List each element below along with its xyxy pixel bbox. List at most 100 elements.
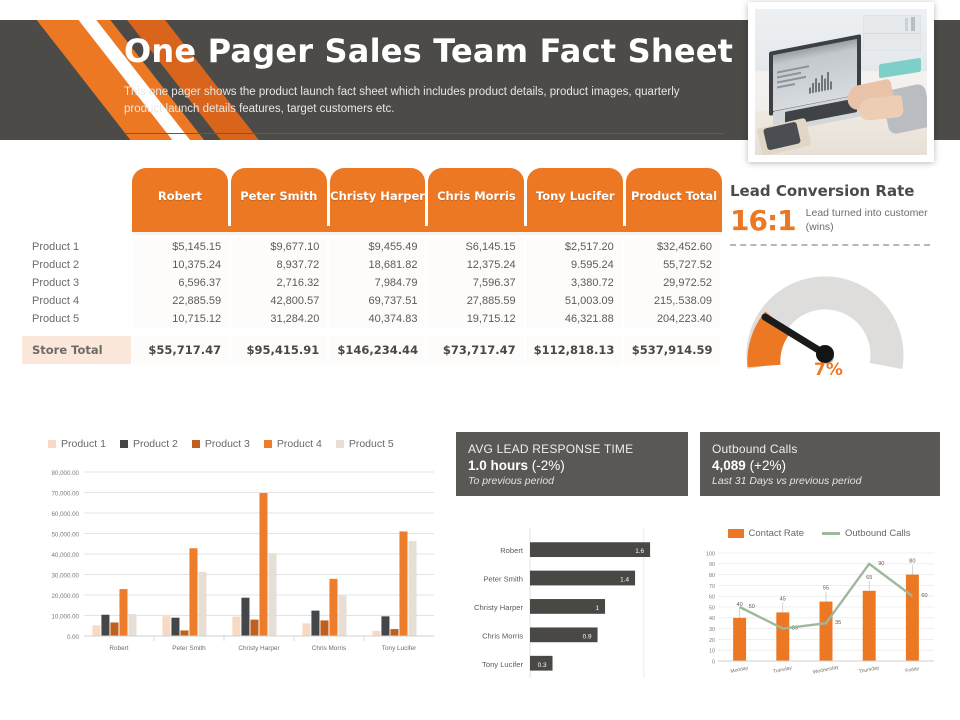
table-cell: 22,885.59 xyxy=(130,292,232,310)
page-subtitle: This one pager shows the product launch … xyxy=(124,86,680,115)
bar-chart-plot: 0.00 10,000.00 20,000.00 30,000.00 40,000.00… xyxy=(51,470,434,652)
combo-legend: Contact Rate Outbound Calls xyxy=(694,524,944,539)
table-cell: 18,681.82 xyxy=(327,256,428,274)
svg-text:Peter Smith: Peter Smith xyxy=(483,575,523,584)
legend-label: Product 5 xyxy=(348,438,394,450)
table-col-header[interactable]: Product Total xyxy=(626,168,722,226)
legend-item: Product 5 xyxy=(335,438,394,450)
table-cell: 9.595.24 xyxy=(523,256,624,274)
table-cell: 46,321.88 xyxy=(523,310,624,328)
svg-text:Chris Morris: Chris Morris xyxy=(312,645,346,652)
svg-text:45: 45 xyxy=(780,596,786,602)
svg-text:50,000.00: 50,000.00 xyxy=(51,532,79,539)
table-col-header[interactable]: Robert xyxy=(132,168,228,226)
legend-label: Product 4 xyxy=(276,438,322,450)
table-cell: 51,003.09 xyxy=(523,292,624,310)
svg-text:0.9: 0.9 xyxy=(583,633,592,640)
svg-text:Thursday: Thursday xyxy=(858,665,880,675)
page-title: One Pager Sales Team Fact Sheet xyxy=(124,32,734,70)
svg-text:70: 70 xyxy=(709,584,715,590)
svg-text:90: 90 xyxy=(709,562,715,568)
legend-label: Product 3 xyxy=(204,438,250,450)
table-cell: 42,800.57 xyxy=(229,292,330,310)
svg-text:60,000.00: 60,000.00 xyxy=(51,511,79,518)
table-cell: 29,972.52 xyxy=(621,274,723,292)
lead-conversion-ratio: 16:1 xyxy=(730,204,797,237)
table-cell: $9,455.49 xyxy=(327,238,428,256)
row-label: Product 5 xyxy=(32,313,80,325)
svg-text:Friday: Friday xyxy=(905,666,920,675)
total-cell: $73,717.47 xyxy=(425,336,526,364)
svg-text:0: 0 xyxy=(712,659,715,665)
header-photo xyxy=(755,9,927,155)
table-cell: S6,145.15 xyxy=(425,238,526,256)
svg-text:0.00: 0.00 xyxy=(67,634,80,641)
svg-text:65: 65 xyxy=(866,575,872,581)
table-row: Product 3 6,596.37 2,716.32 7,984.79 7,5… xyxy=(22,274,723,292)
kpi-card-avg-lead-response-time: AVG LEAD RESPONSE TIME 1.0 hours (-2%) T… xyxy=(456,432,688,496)
contact-rate-combo-chart: Contact Rate Outbound Calls 0 10 20 30 40 50 6… xyxy=(694,524,944,696)
table-row: Product 2 10,375.24 8,937.72 18,681.82 1… xyxy=(22,256,723,274)
svg-text:20: 20 xyxy=(709,638,715,644)
table-cell: $9,677.10 xyxy=(229,238,330,256)
table-cell: 215,.538.09 xyxy=(621,292,723,310)
lead-conversion-title: Lead Conversion Rate xyxy=(730,182,915,200)
table-col-header[interactable]: Chris Morris xyxy=(428,168,525,226)
svg-text:Robert: Robert xyxy=(500,546,524,555)
total-cell: $55,717.47 xyxy=(130,336,232,364)
table-cell: 40,374.83 xyxy=(327,310,428,328)
svg-text:100: 100 xyxy=(706,551,715,557)
table-cell: 31,284.20 xyxy=(229,310,330,328)
table-col-header[interactable]: Christy Harper xyxy=(329,168,426,226)
slide-canvas: One Pager Sales Team Fact Sheet This one… xyxy=(0,0,960,720)
table-row: Product 4 22,885.59 42,800.57 69,737.51 … xyxy=(22,292,723,310)
svg-text:90: 90 xyxy=(878,561,884,567)
svg-text:60: 60 xyxy=(709,595,715,601)
table-cell: 3,380.72 xyxy=(523,274,624,292)
table-header-bar xyxy=(132,226,722,235)
chart-legend: Product 1 Product 2 Product 3 Product 4 … xyxy=(22,438,442,450)
total-label: Store Total xyxy=(22,336,132,364)
table-row: Product 5 10,715.12 31,284.20 40,374.83 … xyxy=(22,310,723,328)
table-cell: 7,596.37 xyxy=(425,274,526,292)
table-cell: 10,715.12 xyxy=(130,310,232,328)
legend-swatch-icon xyxy=(335,440,344,448)
kpi-delta: (-2%) xyxy=(531,458,565,473)
legend-line-icon xyxy=(821,532,840,535)
svg-text:80: 80 xyxy=(709,573,715,579)
svg-text:30: 30 xyxy=(709,627,715,633)
table-row: Product 1 $5,145.15 $9,677.10 $9,455.49 … xyxy=(22,238,723,256)
table-cell: 8,937.72 xyxy=(229,256,330,274)
kpi-value: 1.0 hours xyxy=(468,458,529,473)
table-col-header[interactable]: Peter Smith xyxy=(230,168,327,226)
table-col-header[interactable]: Tony Lucifer xyxy=(527,168,624,226)
kpi-title: Outbound Calls xyxy=(712,442,798,456)
svg-text:Tuesday: Tuesday xyxy=(773,665,793,675)
kpi-delta: (+2%) xyxy=(749,458,786,473)
lead-conversion-panel: Lead Conversion Rate 16:1 Lead turned in… xyxy=(730,182,942,402)
svg-text:35: 35 xyxy=(835,620,841,626)
legend-item: Product 4 xyxy=(263,438,322,450)
svg-text:Peter Smith: Peter Smith xyxy=(172,645,206,652)
kpi-note: To previous period xyxy=(468,475,554,487)
table-cell: $5,145.15 xyxy=(130,238,232,256)
svg-text:70,000.00: 70,000.00 xyxy=(51,491,79,498)
total-cell: $537,914.59 xyxy=(621,336,723,364)
svg-text:Tony Lucifer: Tony Lucifer xyxy=(382,645,417,652)
svg-text:30,000.00: 30,000.00 xyxy=(51,573,79,580)
legend-item: Product 3 xyxy=(191,438,250,450)
table-header-tabs: Robert Peter Smith Christy Harper Chris … xyxy=(132,168,722,226)
legend-item: Product 2 xyxy=(119,438,178,450)
table-cell: $32,452.60 xyxy=(621,238,723,256)
svg-text:Tony Lucifer: Tony Lucifer xyxy=(482,660,523,669)
hbar-chart-plot: Robert 1.6 Peter Smith 1.4 Christy Harper 1 Ch… xyxy=(474,528,651,678)
header-divider xyxy=(124,133,724,134)
svg-text:Wednesday: Wednesday xyxy=(812,664,839,675)
legend-swatch-icon xyxy=(119,440,128,448)
row-label: Product 3 xyxy=(32,277,80,289)
table-cell: $2,517.20 xyxy=(523,238,624,256)
svg-text:0.3: 0.3 xyxy=(538,662,547,669)
svg-text:1.6: 1.6 xyxy=(635,548,644,555)
table-cell: 27,885.59 xyxy=(425,292,526,310)
svg-text:Christy Harper: Christy Harper xyxy=(238,645,280,652)
